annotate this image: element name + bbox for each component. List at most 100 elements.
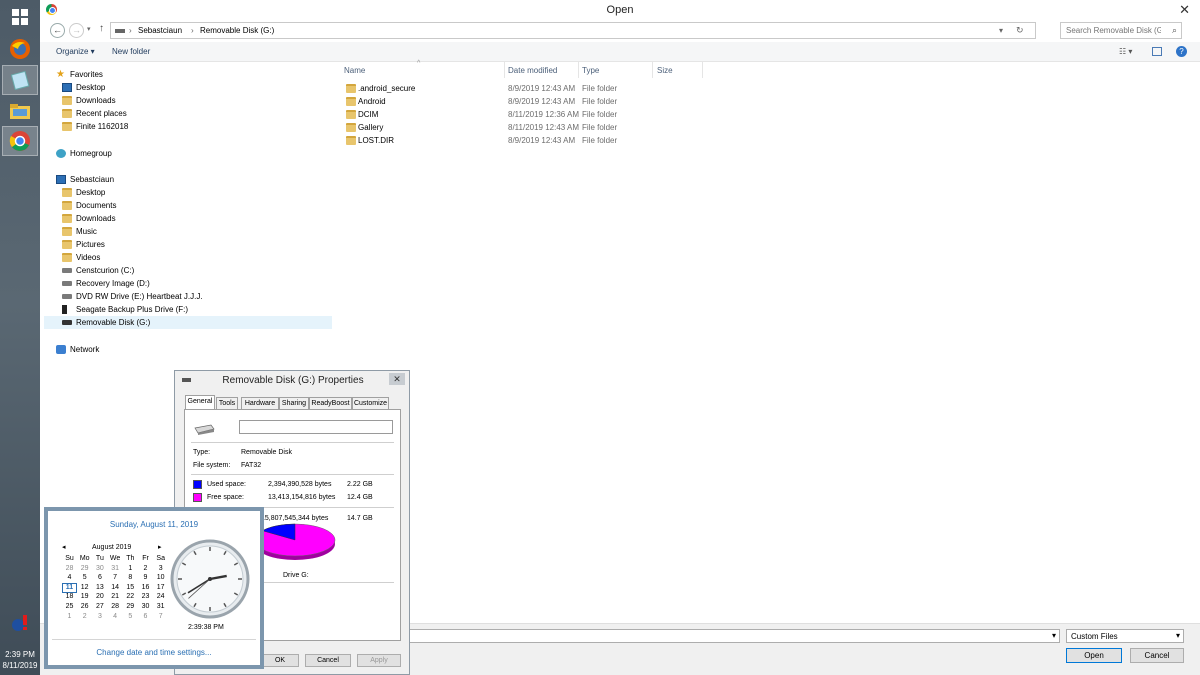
- properties-cancel-button[interactable]: Cancel: [305, 654, 351, 667]
- tab-customize[interactable]: Customize: [352, 397, 389, 409]
- file-type-filter[interactable]: Custom Files ▾: [1066, 629, 1184, 643]
- calendar-day[interactable]: 29: [77, 564, 92, 574]
- search-box[interactable]: ⌕: [1060, 22, 1182, 39]
- nav-homegroup[interactable]: Homegroup: [56, 147, 112, 160]
- column-size[interactable]: Size: [657, 66, 673, 75]
- calendar-day[interactable]: 7: [153, 612, 168, 622]
- calendar-day[interactable]: 1: [62, 612, 77, 622]
- nav-favorites[interactable]: ★ Favorites: [56, 68, 103, 81]
- calendar-day[interactable]: 7: [108, 573, 123, 583]
- file-row[interactable]: LOST.DIR 8/9/2019 12:43 AM File folder: [344, 134, 704, 147]
- calendar-day[interactable]: 5: [123, 612, 138, 622]
- file-row[interactable]: DCIM 8/11/2019 12:36 AM File folder: [344, 108, 704, 121]
- taskbar-chrome[interactable]: [2, 126, 38, 156]
- close-icon[interactable]: ✕: [389, 373, 405, 385]
- column-name[interactable]: Name: [344, 66, 365, 75]
- calendar-day[interactable]: 10: [153, 573, 168, 583]
- taskbar-clock[interactable]: 2:39 PM 8/11/2019: [0, 649, 40, 671]
- nav-fav-desktop[interactable]: Desktop: [62, 81, 105, 94]
- calendar-day[interactable]: 3: [153, 564, 168, 574]
- taskbar-notification[interactable]: [2, 608, 38, 638]
- address-dropdown-icon[interactable]: ▾: [999, 26, 1003, 35]
- calendar-day[interactable]: 14: [108, 583, 123, 593]
- calendar-day[interactable]: 6: [138, 612, 153, 622]
- taskbar-notepad[interactable]: [2, 65, 38, 95]
- calendar-day[interactable]: 31: [108, 564, 123, 574]
- view-options-icon[interactable]: ☷ ▾: [1119, 47, 1132, 56]
- file-row[interactable]: .android_secure 8/9/2019 12:43 AM File f…: [344, 82, 704, 95]
- calendar-day[interactable]: 13: [92, 583, 107, 593]
- tab-sharing[interactable]: Sharing: [279, 397, 309, 409]
- back-icon[interactable]: ←: [50, 23, 65, 38]
- breadcrumb-pc[interactable]: Sebastciaun: [138, 26, 182, 35]
- calendar-day[interactable]: 18: [62, 592, 77, 602]
- nav-network[interactable]: Network: [56, 343, 99, 356]
- breadcrumb-drive[interactable]: Removable Disk (G:): [200, 26, 274, 35]
- chevron-down-icon[interactable]: ▾: [1176, 631, 1180, 640]
- column-divider[interactable]: [652, 62, 653, 78]
- change-date-time-settings-link[interactable]: Change date and time settings...: [48, 648, 260, 657]
- calendar-day[interactable]: 8: [123, 573, 138, 583]
- nav-pc-downloads[interactable]: Downloads: [62, 212, 116, 225]
- apply-button[interactable]: Apply: [357, 654, 401, 667]
- nav-pc-pictures[interactable]: Pictures: [62, 238, 105, 251]
- tab-readyboost[interactable]: ReadyBoost: [309, 397, 352, 409]
- calendar-day[interactable]: 24: [153, 592, 168, 602]
- calendar-day[interactable]: 5: [77, 573, 92, 583]
- column-divider[interactable]: [578, 62, 579, 78]
- new-folder-button[interactable]: New folder: [112, 47, 150, 56]
- calendar-day[interactable]: 9: [138, 573, 153, 583]
- calendar-day[interactable]: 20: [92, 592, 107, 602]
- nav-drive-g[interactable]: Removable Disk (G:): [44, 316, 332, 329]
- calendar-day[interactable]: 2: [138, 564, 153, 574]
- search-input[interactable]: [1061, 23, 1161, 38]
- nav-pc-documents[interactable]: Documents: [62, 199, 116, 212]
- calendar-day[interactable]: 29: [123, 602, 138, 612]
- organize-button[interactable]: Organize ▾: [56, 47, 95, 56]
- forward-icon[interactable]: →: [69, 23, 84, 38]
- nav-fav-finite[interactable]: Finite 1162018: [62, 120, 128, 133]
- column-divider[interactable]: [504, 62, 505, 78]
- nav-drive-d[interactable]: Recovery Image (D:): [62, 277, 150, 290]
- calendar-day[interactable]: 30: [92, 564, 107, 574]
- up-arrow-icon[interactable]: ↑: [99, 23, 104, 34]
- long-date-link[interactable]: Sunday, August 11, 2019: [48, 520, 260, 529]
- refresh-icon[interactable]: ↻: [1016, 25, 1024, 36]
- tab-hardware[interactable]: Hardware: [241, 397, 279, 409]
- month-label[interactable]: August 2019: [92, 544, 131, 551]
- calendar-day[interactable]: 15: [123, 583, 138, 593]
- calendar-day[interactable]: 21: [108, 592, 123, 602]
- calendar-day[interactable]: 30: [138, 602, 153, 612]
- file-row[interactable]: Android 8/9/2019 12:43 AM File folder: [344, 95, 704, 108]
- calendar-day[interactable]: 11: [62, 582, 77, 593]
- column-type[interactable]: Type: [582, 66, 599, 75]
- ok-button[interactable]: OK: [261, 654, 299, 667]
- previous-month-icon[interactable]: ◂: [62, 543, 66, 551]
- volume-label-input[interactable]: [239, 420, 393, 434]
- open-button[interactable]: Open: [1066, 648, 1122, 663]
- nav-this-pc[interactable]: Sebastciaun: [56, 173, 114, 186]
- help-icon[interactable]: ?: [1176, 46, 1187, 57]
- file-row[interactable]: Gallery 8/11/2019 12:43 AM File folder: [344, 121, 704, 134]
- calendar-day[interactable]: 23: [138, 592, 153, 602]
- calendar-day[interactable]: 12: [77, 583, 92, 593]
- calendar-day[interactable]: 19: [77, 592, 92, 602]
- calendar-day[interactable]: 1: [123, 564, 138, 574]
- nav-drive-c[interactable]: Censtcurion (C:): [62, 264, 134, 277]
- nav-pc-desktop[interactable]: Desktop: [62, 186, 105, 199]
- column-divider[interactable]: [702, 62, 703, 78]
- taskbar-firefox[interactable]: [2, 34, 38, 64]
- nav-pc-music[interactable]: Music: [62, 225, 97, 238]
- calendar-day[interactable]: 22: [123, 592, 138, 602]
- next-month-icon[interactable]: ▸: [158, 543, 162, 551]
- nav-fav-recent[interactable]: Recent places: [62, 107, 127, 120]
- calendar-day[interactable]: 3: [92, 612, 107, 622]
- calendar-day[interactable]: 27: [92, 602, 107, 612]
- nav-drive-f[interactable]: Seagate Backup Plus Drive (F:): [62, 303, 188, 316]
- tab-tools[interactable]: Tools: [216, 397, 238, 409]
- calendar-day[interactable]: 6: [92, 573, 107, 583]
- calendar-day[interactable]: 26: [77, 602, 92, 612]
- calendar-day[interactable]: 4: [108, 612, 123, 622]
- start-button[interactable]: [2, 2, 38, 32]
- tab-general[interactable]: General: [185, 395, 215, 410]
